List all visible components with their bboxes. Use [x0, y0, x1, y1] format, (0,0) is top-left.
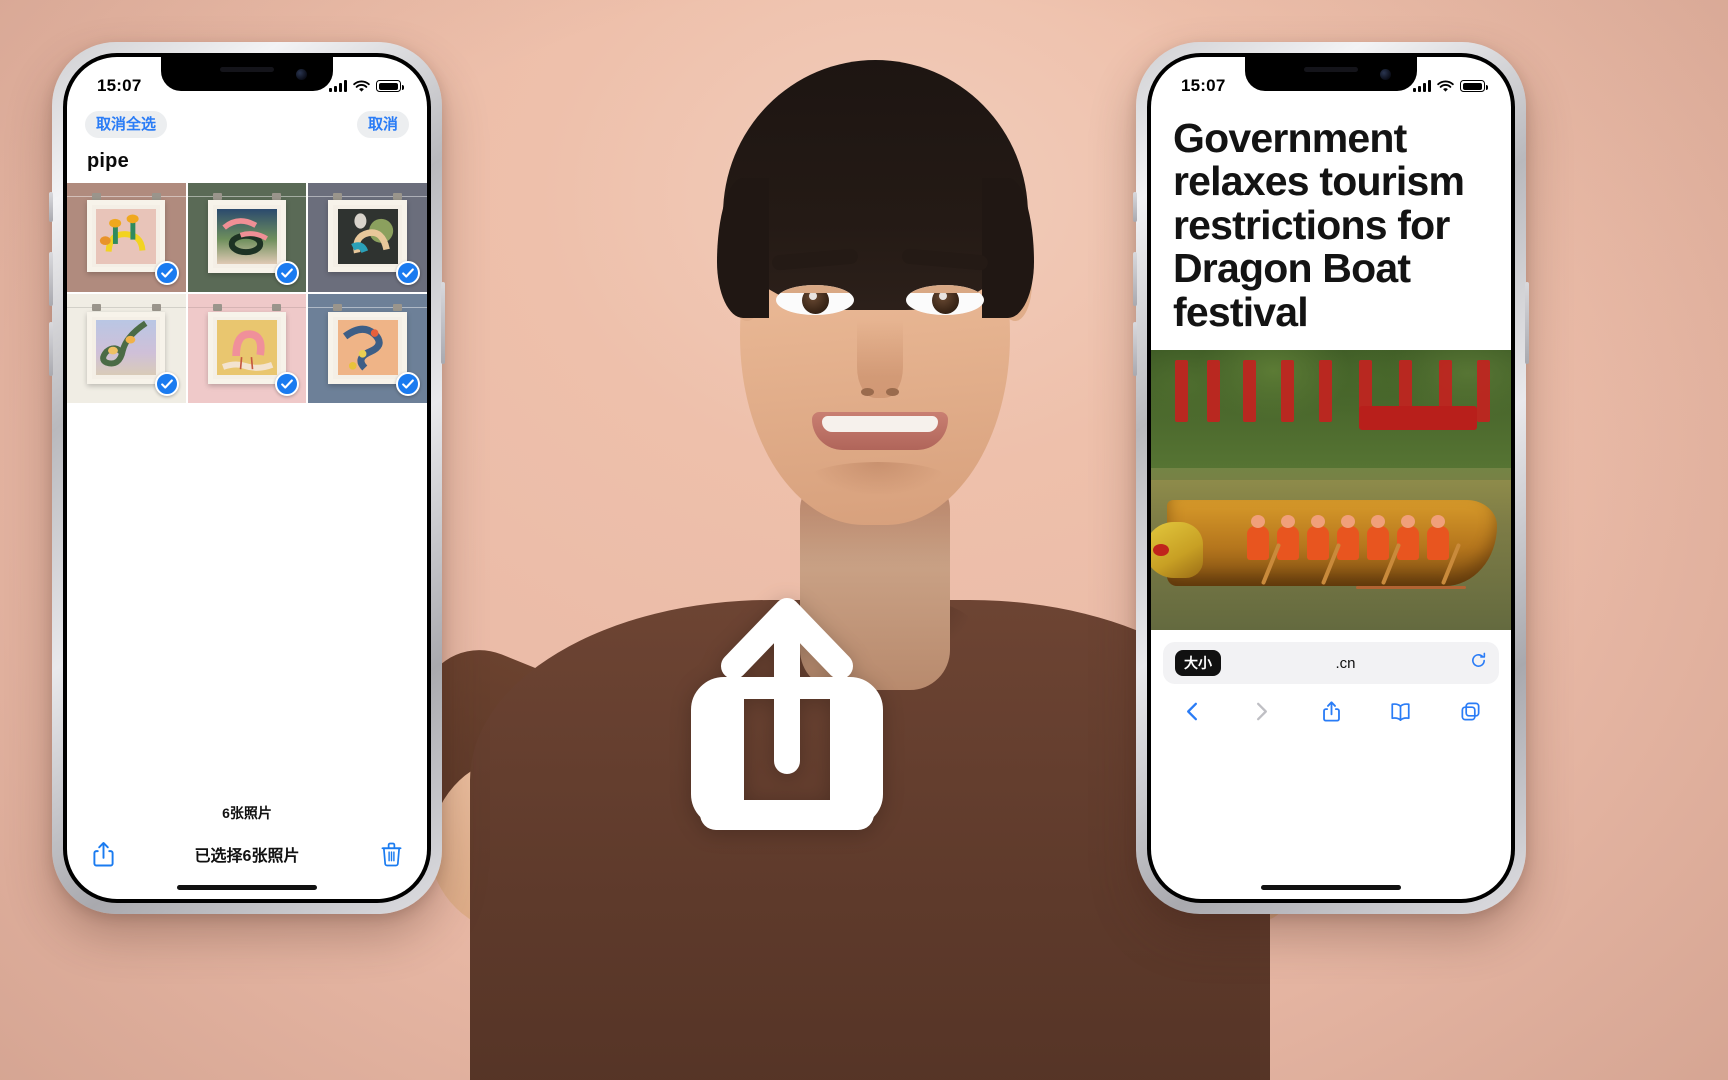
volume-up-button[interactable]: [49, 252, 53, 306]
photo-selected-check[interactable]: [395, 261, 420, 286]
page-size-button[interactable]: 大小: [1175, 650, 1221, 677]
home-indicator[interactable]: [1261, 885, 1401, 890]
volume-down-button[interactable]: [49, 322, 53, 376]
right-iphone: 15:07 Government relaxes tourism restric…: [1133, 42, 1529, 914]
tabs-icon: [1460, 702, 1480, 721]
home-indicator[interactable]: [177, 885, 317, 890]
safari-toolbar: [1151, 684, 1511, 752]
share-button[interactable]: [89, 839, 117, 869]
chin-shadow: [808, 462, 948, 496]
power-button[interactable]: [441, 282, 445, 364]
reload-button[interactable]: [1470, 652, 1487, 674]
power-button[interactable]: [1525, 282, 1529, 364]
album-title: pipe: [87, 150, 129, 172]
artwork: [100, 321, 148, 367]
mute-switch[interactable]: [1133, 192, 1137, 222]
url-text[interactable]: .cn: [1221, 655, 1470, 672]
battery-full-icon: [376, 80, 404, 92]
artwork: [350, 213, 393, 254]
checkmark-circle-icon: [281, 379, 294, 389]
artwork: [221, 330, 274, 372]
status-time: 15:07: [1181, 76, 1226, 95]
hair: [717, 60, 1034, 318]
mute-switch[interactable]: [49, 192, 53, 222]
mouth: [812, 412, 948, 450]
photos-count-label: 6张照片: [222, 805, 272, 821]
photo-cell[interactable]: [67, 294, 186, 404]
scene: 15:07 取消全选 取消 pipe 6张照片 已选择6张照片 15:07 Go…: [0, 0, 1728, 1080]
checkmark-circle-icon: [160, 379, 173, 389]
nose: [857, 320, 903, 398]
notch: [161, 57, 333, 91]
photo-grid: [67, 183, 427, 404]
trash-icon: [381, 842, 401, 867]
share-arrow-up-icon: [691, 598, 883, 830]
volume-up-button[interactable]: [1133, 252, 1137, 306]
back-button[interactable]: [1177, 696, 1207, 726]
photo-selected-check[interactable]: [154, 261, 179, 286]
bookmarks-button[interactable]: [1386, 696, 1416, 726]
share-button[interactable]: [1316, 696, 1346, 726]
book-icon: [1391, 702, 1410, 721]
checkmark-circle-icon: [402, 379, 414, 389]
delete-button[interactable]: [377, 839, 405, 869]
article-hero-image: [1151, 350, 1511, 631]
photo-selected-check[interactable]: [275, 261, 300, 286]
checkmark-circle-icon: [160, 268, 173, 278]
speaker-slot: [220, 67, 274, 72]
photo-selected-check[interactable]: [154, 372, 179, 397]
left-eye: [776, 285, 854, 315]
selection-count-label: 已选择6张照片: [194, 848, 300, 865]
checkmark-circle-icon: [402, 268, 414, 278]
front-camera: [1380, 69, 1391, 80]
photo-cell[interactable]: [67, 183, 186, 293]
wifi-icon: [1437, 79, 1454, 92]
artwork: [100, 214, 146, 253]
safari-address-bar[interactable]: 大小 .cn: [1163, 642, 1499, 685]
wifi-icon: [353, 79, 370, 92]
photo-cell[interactable]: [308, 294, 427, 404]
chevron-left-icon: [1186, 702, 1197, 721]
artwork: [222, 218, 268, 256]
status-time: 15:07: [97, 76, 142, 95]
speaker-slot: [1304, 67, 1358, 72]
share-icon: [92, 842, 114, 867]
notch: [1245, 57, 1417, 91]
right-eye: [906, 285, 984, 315]
cancel-button[interactable]: 取消: [356, 111, 409, 138]
left-iphone: 15:07 取消全选 取消 pipe 6张照片 已选择6张照片: [49, 42, 445, 914]
deselect-all-button[interactable]: 取消全选: [85, 111, 168, 138]
photo-cell[interactable]: [187, 294, 307, 404]
right-screen: 15:07 Government relaxes tourism restric…: [1151, 57, 1511, 899]
artwork: [342, 326, 383, 371]
signal-bars-icon: [329, 80, 347, 92]
signal-bars-icon: [1413, 80, 1431, 92]
reload-icon: [1472, 652, 1486, 668]
photo-cell[interactable]: [308, 183, 427, 293]
chevron-right-icon: [1256, 702, 1267, 721]
share-icon: [1322, 701, 1340, 722]
forward-button[interactable]: [1247, 696, 1277, 726]
battery-full-icon: [1460, 80, 1488, 92]
photo-cell[interactable]: [187, 183, 307, 293]
volume-down-button[interactable]: [1133, 322, 1137, 376]
red-banner: [1359, 406, 1477, 431]
tabs-button[interactable]: [1455, 696, 1485, 726]
front-camera: [296, 69, 307, 80]
dragon-head: [1151, 522, 1203, 579]
checkmark-circle-icon: [281, 268, 294, 278]
left-screen: 15:07 取消全选 取消 pipe 6张照片 已选择6张照片: [67, 57, 427, 899]
photo-selected-check[interactable]: [275, 372, 300, 397]
photo-selected-check[interactable]: [395, 372, 420, 397]
